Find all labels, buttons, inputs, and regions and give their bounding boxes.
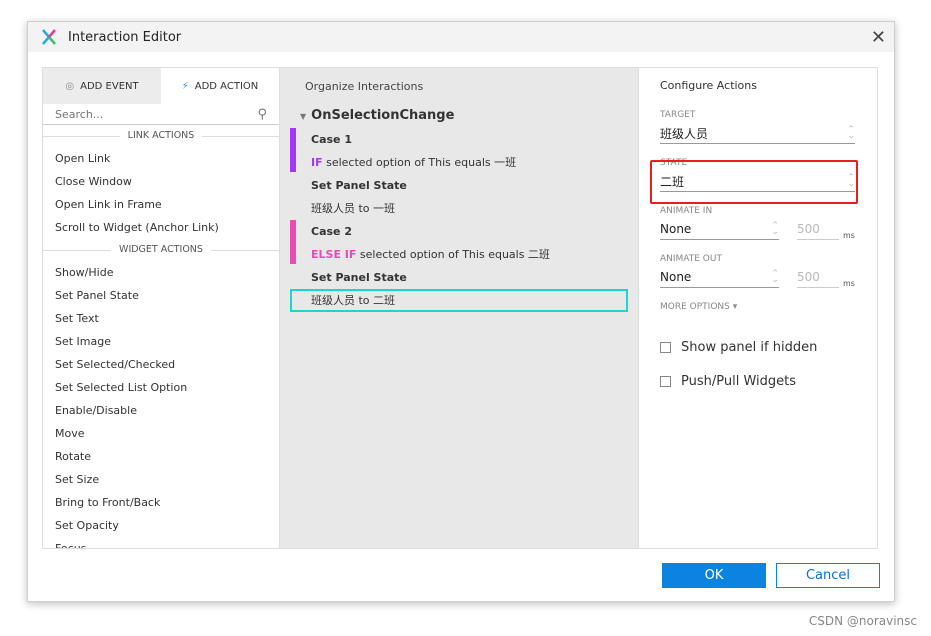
condition-keyword: ELSE IF <box>311 248 357 261</box>
action-item[interactable]: Set Opacity <box>43 514 279 537</box>
action-item[interactable]: Set Image <box>43 330 279 353</box>
action-item[interactable]: Set Size <box>43 468 279 491</box>
action-item[interactable]: Open Link in Frame <box>43 193 279 216</box>
case-color-bar <box>290 128 296 172</box>
close-icon[interactable]: ✕ <box>871 27 886 48</box>
tab-add-event[interactable]: ◎ ADD EVENT <box>43 68 161 104</box>
tab-add-action[interactable]: ⚡ ADD ACTION <box>161 68 279 104</box>
organize-interactions-panel: Organize Interactions ▼ OnSelectionChange… <box>280 68 639 548</box>
case-color-bar <box>290 220 296 264</box>
section-widget-actions: WIDGET ACTIONS <box>43 239 279 261</box>
configure-actions-panel: Configure Actions TARGET 班级人员 ⌃ ⌄ STATE 二班… <box>639 68 877 548</box>
action-item[interactable]: Scroll to Widget (Anchor Link) <box>43 216 279 239</box>
push-pull-checkbox[interactable]: Push/Pull Widgets <box>660 364 855 398</box>
panel-header: Configure Actions <box>660 79 757 92</box>
collapse-triangle-icon[interactable]: ▼ <box>300 112 306 121</box>
axure-logo-icon <box>42 29 56 45</box>
window-title: Interaction Editor <box>68 29 182 45</box>
chevron-updown-icon: ⌃ ⌄ <box>771 221 779 237</box>
action-item[interactable]: Rotate <box>43 445 279 468</box>
action-item[interactable]: Set Panel State <box>43 284 279 307</box>
chevron-updown-icon: ⌃ ⌄ <box>847 125 855 141</box>
more-options-toggle[interactable]: MORE OPTIONS ▾ <box>660 302 855 312</box>
search-icon[interactable]: ⚲ <box>257 107 267 122</box>
action-item[interactable]: Open Link <box>43 147 279 170</box>
condition-keyword: IF <box>311 156 323 169</box>
event-onselectionchange[interactable]: ▼ OnSelectionChange <box>280 104 638 128</box>
case-2[interactable]: Case 2 ELSE IF selected option of This eq… <box>280 220 638 266</box>
action-item[interactable]: Set Selected/Checked <box>43 353 279 376</box>
target-select[interactable]: 班级人员 ⌃ ⌄ <box>660 123 855 144</box>
interaction-editor-dialog: Interaction Editor ✕ ◎ ADD EVENT ⚡ ADD ACT… <box>27 21 895 602</box>
lightning-plus-icon: ⚡ <box>181 80 189 92</box>
panel-header: Organize Interactions <box>305 80 424 93</box>
case-1[interactable]: Case 1 IF selected option of This equals … <box>280 128 638 174</box>
show-panel-checkbox[interactable]: Show panel if hidden <box>660 330 855 364</box>
search-input[interactable] <box>55 107 235 121</box>
action-item[interactable]: Set Text <box>43 307 279 330</box>
title-bar: Interaction Editor ✕ <box>28 22 894 52</box>
action-detail[interactable]: 班级人员 to 二班 <box>290 289 628 312</box>
cancel-button[interactable]: Cancel <box>776 563 880 588</box>
action-item[interactable]: Show/Hide <box>43 261 279 284</box>
action-item[interactable]: Close Window <box>43 170 279 193</box>
cursor-click-icon: ◎ <box>65 80 75 92</box>
highlight-box <box>650 160 858 204</box>
watermark: CSDN @noravinsc <box>808 614 917 628</box>
animate-in-select[interactable]: None ⌃ ⌄ <box>660 219 779 240</box>
animate-out-select[interactable]: None ⌃ ⌄ <box>660 267 779 288</box>
action-item[interactable]: Focus <box>43 537 279 548</box>
action-item[interactable]: Move <box>43 422 279 445</box>
animate-out-duration[interactable]: 500 <box>797 267 839 288</box>
action-item[interactable]: Enable/Disable <box>43 399 279 422</box>
action-item[interactable]: Bring to Front/Back <box>43 491 279 514</box>
action-name[interactable]: Set Panel State <box>280 266 638 289</box>
action-item[interactable]: Set Selected List Option <box>43 376 279 399</box>
actions-panel: ◎ADD EVENT ⚡ADD ACTION ⚲ LINK ACTIONS Op… <box>43 68 280 548</box>
chevron-updown-icon: ⌃ ⌄ <box>771 269 779 285</box>
animate-in-duration[interactable]: 500 <box>797 219 839 240</box>
action-name[interactable]: Set Panel State <box>280 174 638 197</box>
action-detail[interactable]: 班级人员 to 一班 <box>280 197 638 220</box>
ok-button[interactable]: OK <box>662 563 766 588</box>
section-link-actions: LINK ACTIONS <box>43 125 279 147</box>
